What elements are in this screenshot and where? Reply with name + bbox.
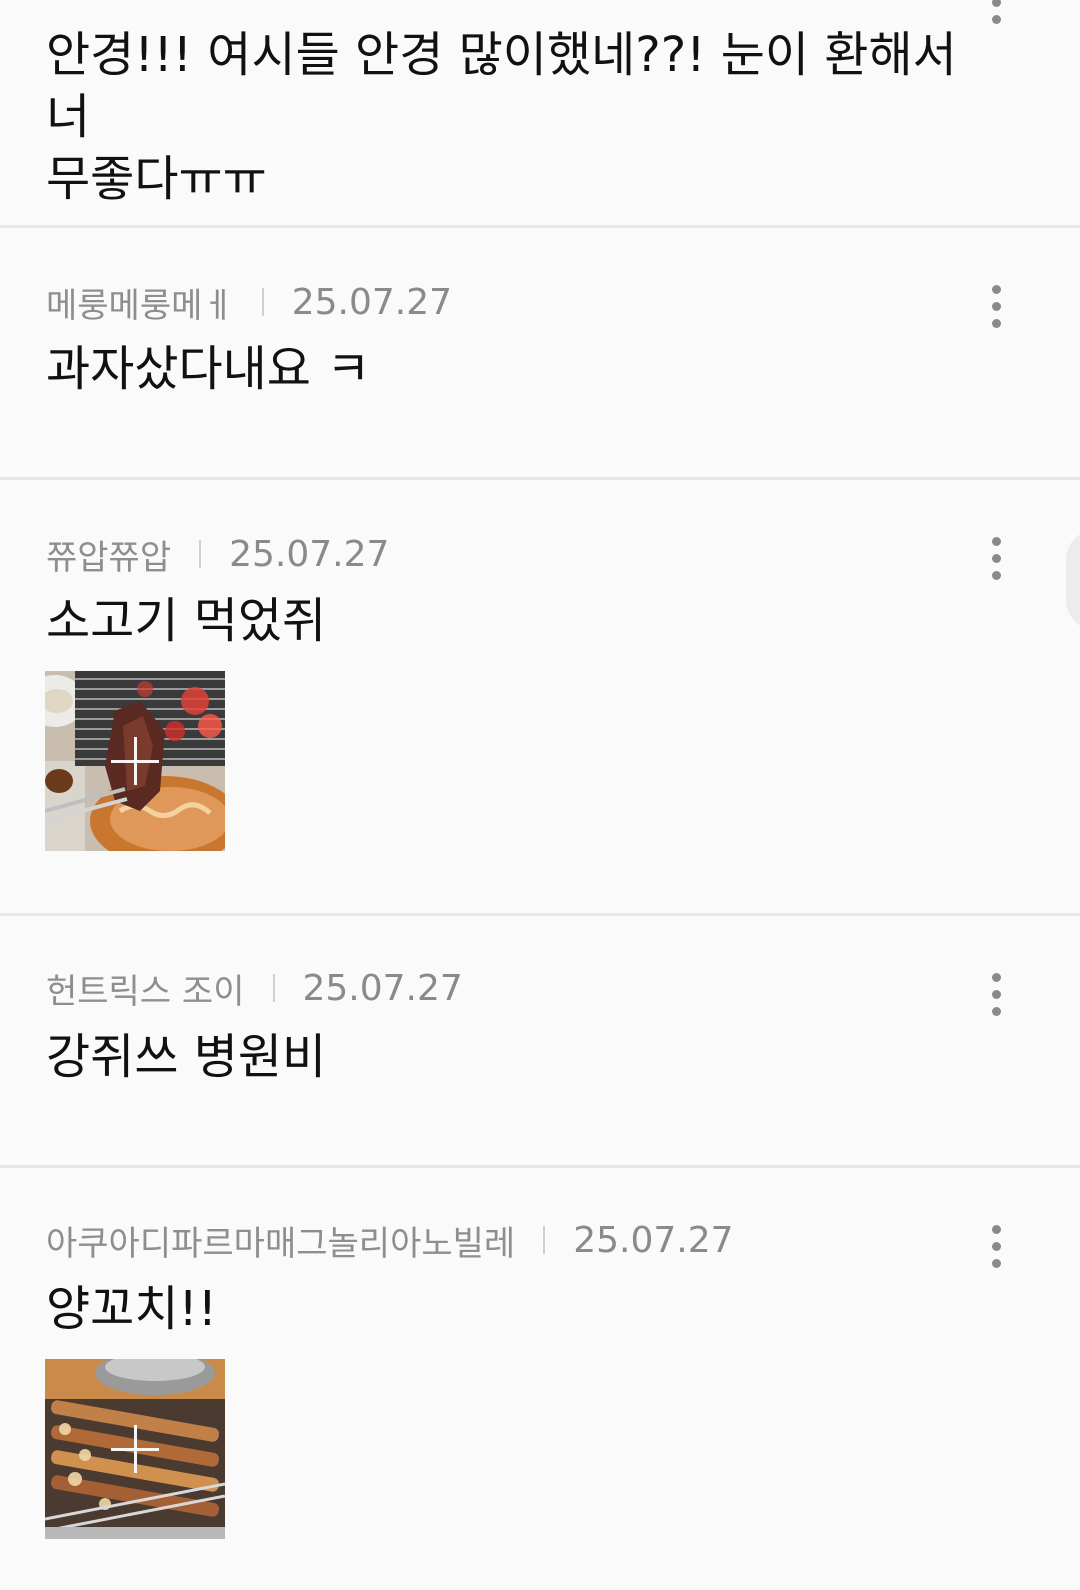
more-options-button[interactable] (972, 966, 1020, 1022)
comment-meta: 메룽메룽메ㅔ 25.07.27 (46, 278, 452, 327)
more-vertical-icon (991, 1224, 1001, 1234)
attached-photo-beef[interactable] (45, 671, 225, 851)
comment-item: 메룽메룽메ㅔ 25.07.27 과자샀다내요 ㅋ (0, 228, 1080, 480)
comment-meta: 헌트릭스 조이 25.07.27 (46, 964, 463, 1013)
post-date: 25.07.27 (302, 967, 463, 1009)
comment-text: 과자샀다내요 ㅋ (46, 341, 371, 397)
post-date: 25.07.27 (229, 533, 390, 575)
comment-item: 헌트릭스 조이 25.07.27 강쥐쓰 병원비 (0, 916, 1080, 1168)
more-vertical-icon (991, 972, 1001, 982)
more-vertical-icon (991, 536, 1001, 546)
comment-text: 강쥐쓰 병원비 (46, 1029, 327, 1085)
more-options-button[interactable] (972, 530, 1020, 586)
post-date: 25.07.27 (291, 281, 452, 323)
meta-divider (199, 540, 202, 568)
meta-divider (261, 288, 264, 316)
author-name[interactable]: 쮸압쮸압 (46, 530, 171, 579)
comment-meta: 쮸압쮸압 25.07.27 (46, 530, 390, 579)
author-name[interactable]: 헌트릭스 조이 (46, 964, 245, 1013)
author-name[interactable]: 메룽메룽메ㅔ (46, 278, 234, 327)
comment-item: 안경!!! 여시들 안경 많이했네??! 눈이 환해서 너 무좋다ㅠㅠ (0, 0, 1080, 228)
attached-photo-skewers[interactable] (45, 1359, 225, 1539)
meta-divider (543, 1226, 546, 1254)
comment-item: 아쿠아디파르마매그놀리아노빌레 25.07.27 양꼬치!! (0, 1168, 1080, 1590)
more-options-button[interactable] (972, 278, 1020, 334)
more-options-button[interactable] (972, 1218, 1020, 1274)
comment-item: 쮸압쮸압 25.07.27 소고기 먹었쥐 (0, 480, 1080, 916)
post-date: 25.07.27 (573, 1219, 734, 1261)
comment-text: 양꼬치!! (46, 1281, 217, 1337)
more-vertical-icon (991, 284, 1001, 294)
comment-meta: 아쿠아디파르마매그놀리아노빌레 25.07.27 (46, 1216, 734, 1265)
meta-divider (272, 974, 275, 1002)
comment-text: 안경!!! 여시들 안경 많이했네??! 눈이 환해서 너 무좋다ㅠㅠ (46, 27, 957, 207)
author-name[interactable]: 아쿠아디파르마매그놀리아노빌레 (46, 1216, 515, 1265)
comment-text: 소고기 먹었쥐 (46, 593, 327, 649)
